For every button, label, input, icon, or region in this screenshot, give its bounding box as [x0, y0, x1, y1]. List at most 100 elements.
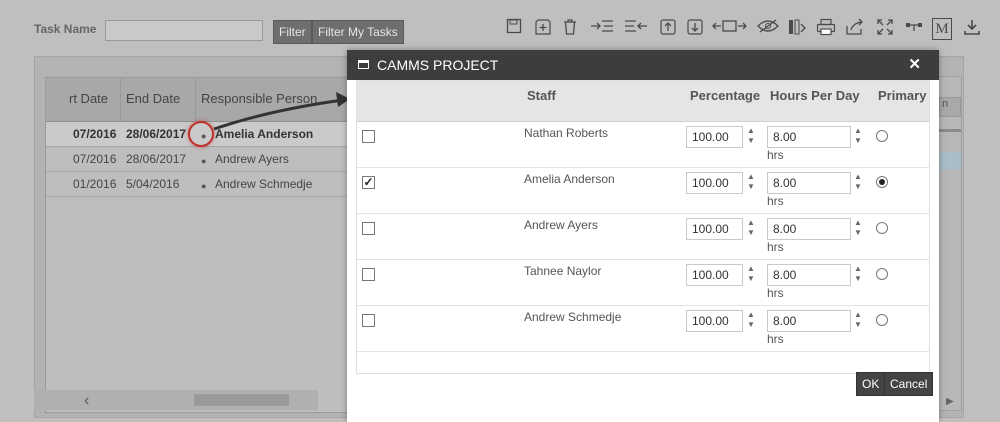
- staff-name: Andrew Ayers: [524, 218, 598, 232]
- percentage-spinner[interactable]: ▲ ▼: [747, 218, 755, 240]
- staff-checkbox[interactable]: [362, 268, 375, 281]
- right-grid-row: [939, 129, 961, 132]
- window-icon: [358, 60, 369, 69]
- hrs-unit-label: hrs: [767, 148, 784, 162]
- hours-spinner[interactable]: ▲ ▼: [854, 172, 862, 194]
- right-grid-edge: n: [938, 76, 962, 411]
- staff-name: Nathan Roberts: [524, 126, 609, 140]
- column-start-date[interactable]: rt Date: [64, 78, 121, 122]
- close-icon[interactable]: ✕: [908, 50, 921, 79]
- columns-icon[interactable]: [786, 18, 808, 42]
- scrollbar-thumb[interactable]: [194, 394, 289, 406]
- staff-row: Tahnee Naylor ▲▼ ▲▼ hrs: [357, 260, 929, 306]
- hours-spinner[interactable]: ▲ ▼: [854, 264, 862, 286]
- export-icon[interactable]: [844, 18, 866, 42]
- hrs-unit-label: hrs: [767, 240, 784, 254]
- annotation-highlight-ring: [188, 121, 214, 147]
- end-date-cell: 5/04/2016: [126, 177, 180, 191]
- percentage-spinner[interactable]: ▲ ▼: [747, 264, 755, 286]
- dialog-title: CAMMS PROJECT: [377, 57, 499, 73]
- right-grid-header: n: [939, 97, 961, 117]
- staff-row: Andrew Ayers ▲▼ ▲▼ hrs: [357, 214, 929, 260]
- hrs-unit-label: hrs: [767, 286, 784, 300]
- staff-name: Andrew Schmedje: [524, 310, 622, 324]
- staff-table-header: Staff Percentage Hours Per Day Primary: [357, 81, 929, 122]
- table-row[interactable]: 07/2016 28/06/2017 ● Andrew Ayers: [46, 147, 356, 172]
- percentage-input[interactable]: [686, 126, 743, 148]
- hours-input[interactable]: [767, 218, 851, 240]
- task-name-label: Task Name: [34, 22, 97, 36]
- percentage-input[interactable]: [686, 172, 743, 194]
- hours-spinner[interactable]: ▲ ▼: [854, 218, 862, 240]
- right-grid-row-selected: [939, 152, 961, 170]
- hours-input[interactable]: [767, 310, 851, 332]
- staff-name: Amelia Anderson: [524, 172, 615, 186]
- staff-row: Nathan Roberts ▲▼ ▲▼ hrs: [357, 122, 929, 168]
- hours-input[interactable]: [767, 126, 851, 148]
- column-primary: Primary: [878, 88, 927, 103]
- link-icon[interactable]: [903, 18, 925, 42]
- grid-header: rt Date End Date Responsible Person: [46, 78, 356, 122]
- hide-icon[interactable]: [756, 18, 780, 42]
- hours-spinner[interactable]: ▲ ▼: [854, 126, 862, 148]
- expand-width-icon[interactable]: [712, 18, 748, 42]
- start-date-cell: 01/2016: [73, 177, 117, 191]
- ok-button[interactable]: OK: [856, 372, 886, 396]
- move-down-icon[interactable]: [684, 18, 706, 42]
- person-name: Andrew Ayers: [215, 152, 289, 166]
- percentage-input[interactable]: [686, 218, 743, 240]
- staff-table: Staff Percentage Hours Per Day Primary N…: [356, 80, 930, 374]
- filter-my-tasks-button[interactable]: Filter My Tasks: [312, 20, 404, 44]
- table-row[interactable]: 01/2016 5/04/2016 ● Andrew Schmedje: [46, 172, 356, 197]
- fullscreen-icon[interactable]: [874, 18, 896, 42]
- delete-icon[interactable]: [559, 18, 581, 42]
- percentage-spinner[interactable]: ▲ ▼: [747, 126, 755, 148]
- staff-row: Andrew Schmedje ▲▼ ▲▼ hrs: [357, 306, 929, 352]
- person-name: Andrew Schmedje: [215, 177, 313, 191]
- start-date-cell: 07/2016: [73, 152, 117, 166]
- end-date-cell: 28/06/2017: [126, 152, 187, 166]
- task-name-input[interactable]: [105, 20, 263, 41]
- responsible-person-cell[interactable]: ● Andrew Schmedje: [196, 172, 356, 197]
- percentage-spinner[interactable]: ▲ ▼: [747, 310, 755, 332]
- hrs-unit-label: hrs: [767, 194, 784, 208]
- percentage-input[interactable]: [686, 310, 743, 332]
- percentage-input[interactable]: [686, 264, 743, 286]
- primary-radio[interactable]: [876, 130, 888, 142]
- primary-radio[interactable]: [876, 176, 888, 188]
- scroll-right-icon[interactable]: ▶: [946, 396, 954, 407]
- hours-input[interactable]: [767, 264, 851, 286]
- staff-checkbox[interactable]: [362, 130, 375, 143]
- responsible-person-cell[interactable]: ● Andrew Ayers: [196, 147, 356, 172]
- column-end-date[interactable]: End Date: [121, 78, 196, 122]
- staff-checkbox[interactable]: ✓: [362, 176, 375, 189]
- milestone-icon[interactable]: M: [932, 18, 952, 40]
- column-responsible-person[interactable]: Responsible Person: [196, 78, 356, 122]
- horizontal-scrollbar[interactable]: ‹: [34, 390, 318, 410]
- add-icon[interactable]: [532, 18, 554, 42]
- staff-checkbox[interactable]: [362, 314, 375, 327]
- person-icon[interactable]: ●: [201, 149, 210, 166]
- indent-icon[interactable]: [589, 18, 615, 42]
- hours-spinner[interactable]: ▲ ▼: [854, 310, 862, 332]
- dialog-titlebar: CAMMS PROJECT ✕: [347, 50, 939, 80]
- percentage-spinner[interactable]: ▲ ▼: [747, 172, 755, 194]
- download-icon[interactable]: [961, 18, 983, 42]
- cancel-button[interactable]: Cancel: [884, 372, 934, 396]
- person-name: Amelia Anderson: [215, 127, 314, 141]
- filter-button[interactable]: Filter: [273, 20, 312, 44]
- scroll-left-icon[interactable]: ‹: [84, 392, 89, 410]
- person-icon[interactable]: ●: [201, 174, 210, 191]
- hours-input[interactable]: [767, 172, 851, 194]
- responsible-person-cell[interactable]: ● Amelia Anderson: [196, 122, 356, 147]
- column-hours-per-day: Hours Per Day: [770, 88, 860, 103]
- print-icon[interactable]: [815, 18, 837, 42]
- primary-radio[interactable]: [876, 268, 888, 280]
- primary-radio[interactable]: [876, 222, 888, 234]
- move-up-icon[interactable]: [657, 18, 679, 42]
- staff-checkbox[interactable]: [362, 222, 375, 235]
- column-percentage: Percentage: [690, 88, 761, 103]
- primary-radio[interactable]: [876, 314, 888, 326]
- outdent-icon[interactable]: [623, 18, 649, 42]
- save-icon[interactable]: [503, 18, 525, 42]
